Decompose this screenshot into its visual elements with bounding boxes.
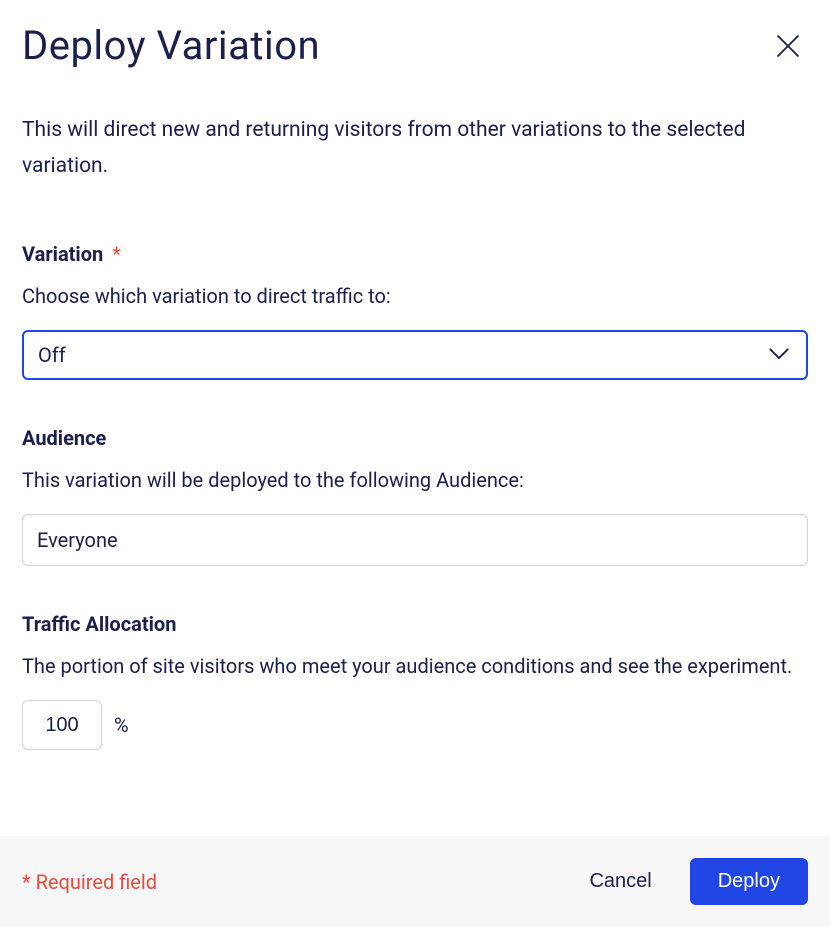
traffic-input-row: % <box>22 700 808 750</box>
variation-label: Variation * <box>22 242 808 266</box>
variation-select-wrapper: Off <box>22 330 808 380</box>
cancel-button[interactable]: Cancel <box>585 864 655 899</box>
variation-select-value: Off <box>38 343 66 367</box>
audience-label: Audience <box>22 426 808 450</box>
deploy-variation-dialog: Deploy Variation This will direct new an… <box>0 0 830 894</box>
percent-unit: % <box>114 713 129 737</box>
traffic-help: The portion of site visitors who meet yo… <box>22 650 808 682</box>
traffic-allocation-input[interactable] <box>22 700 102 750</box>
variation-section: Variation * Choose which variation to di… <box>22 242 808 380</box>
dialog-title: Deploy Variation <box>22 22 320 69</box>
variation-help: Choose which variation to direct traffic… <box>22 280 808 312</box>
audience-help: This variation will be deployed to the f… <box>22 464 808 496</box>
traffic-section: Traffic Allocation The portion of site v… <box>22 612 808 750</box>
variation-select[interactable]: Off <box>22 330 808 380</box>
audience-value: Everyone <box>37 528 118 552</box>
audience-section: Audience This variation will be deployed… <box>22 426 808 566</box>
close-button[interactable] <box>770 28 806 68</box>
dialog-header: Deploy Variation <box>22 22 808 69</box>
dialog-footer: * Required field Cancel Deploy <box>0 836 830 927</box>
required-field-note: * Required field <box>22 870 157 894</box>
traffic-label: Traffic Allocation <box>22 612 808 636</box>
variation-label-text: Variation <box>22 242 103 266</box>
footer-actions: Cancel Deploy <box>585 858 808 905</box>
close-icon <box>774 32 802 60</box>
audience-field: Everyone <box>22 514 808 566</box>
required-asterisk: * <box>112 242 121 266</box>
dialog-body: Deploy Variation This will direct new an… <box>0 0 830 836</box>
deploy-button[interactable]: Deploy <box>690 858 808 905</box>
dialog-description: This will direct new and returning visit… <box>22 113 808 184</box>
